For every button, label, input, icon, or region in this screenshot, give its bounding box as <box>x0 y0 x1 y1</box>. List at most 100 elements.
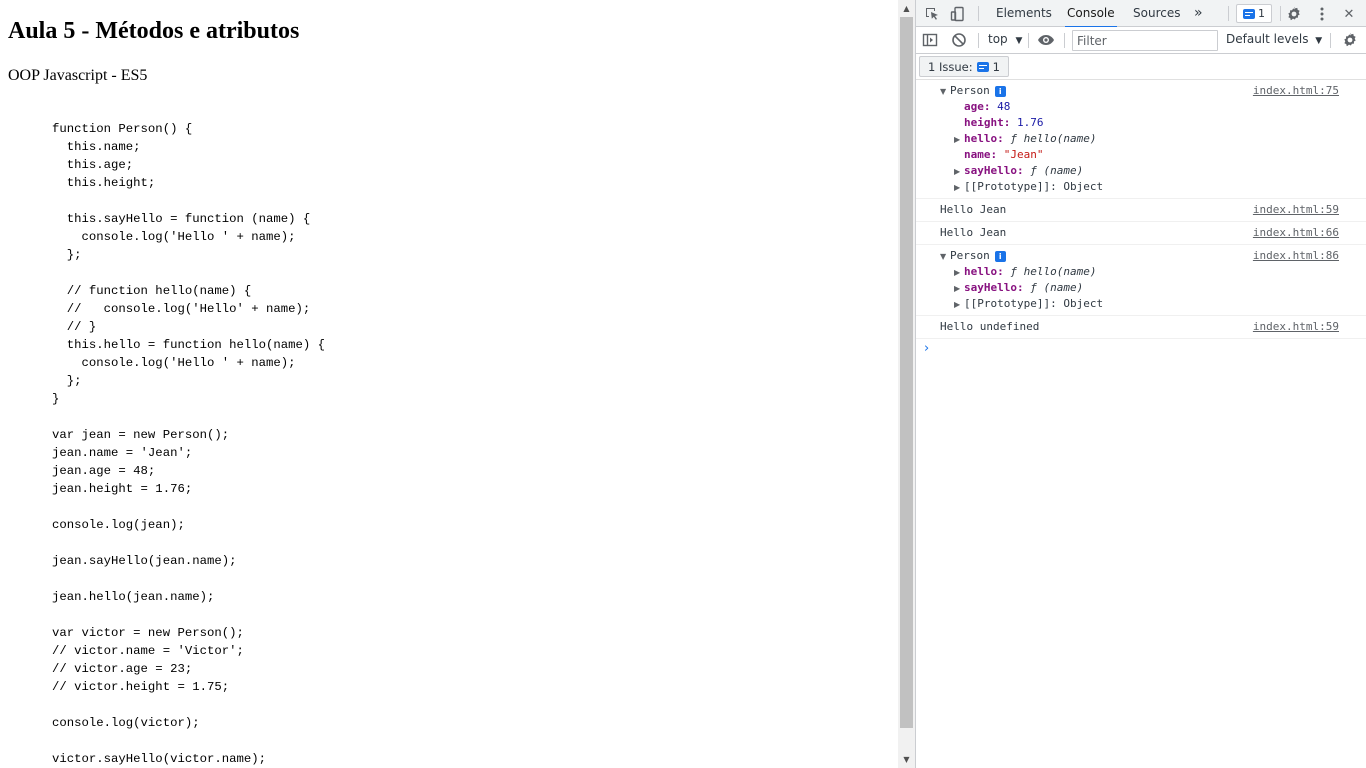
source-link[interactable]: index.html:86 <box>1253 248 1339 264</box>
tab-console[interactable]: Console <box>1065 0 1117 28</box>
message-icon <box>976 61 989 72</box>
code-line: this.sayHello = function (name) { <box>52 212 311 226</box>
inspect-element-icon[interactable] <box>923 5 941 23</box>
code-line: this.hello = function hello(name) { <box>52 338 326 352</box>
property-value: Object <box>1063 297 1104 310</box>
property-key: height <box>964 116 1004 129</box>
object-property: name: "Jean" <box>964 148 1044 161</box>
code-line: jean.height = 1.76; <box>52 482 193 496</box>
toolbar-divider <box>1028 33 1029 48</box>
collapsed-triangle-icon[interactable]: ▶ <box>954 265 964 281</box>
console-prompt[interactable]: › <box>916 339 1366 359</box>
code-line: }; <box>52 248 82 262</box>
show-sidebar-icon[interactable] <box>921 31 939 49</box>
scroll-up-arrow-icon[interactable]: ▲ <box>898 0 915 17</box>
console-message: ▼ Person i ▶ hello: ƒ hello(name) ▶ sayHello… <box>916 245 1366 316</box>
collapsed-triangle-icon[interactable]: ▶ <box>954 164 964 180</box>
code-block: function Person() { this.name; this.age;… <box>52 120 325 768</box>
expanded-triangle-icon[interactable]: ▼ <box>940 249 950 265</box>
property-key: hello <box>964 265 998 278</box>
property-value: Object <box>1063 180 1104 193</box>
code-line: // console.log('Hello' + name); <box>52 302 311 316</box>
code-line: var jean = new Person(); <box>52 428 230 442</box>
collapsed-triangle-icon[interactable]: ▶ <box>954 297 964 313</box>
page-content: Aula 5 - Métodos e atributos OOP Javascr… <box>0 0 898 768</box>
code-line: this.height; <box>52 176 156 190</box>
clear-console-icon[interactable] <box>950 31 968 49</box>
object-property: height: 1.76 <box>964 116 1044 129</box>
property-value: ƒ hello(name) <box>1010 265 1097 278</box>
toolbar-divider <box>1330 33 1331 48</box>
code-line: jean.age = 48; <box>52 464 156 478</box>
console-message: ▼ Person i age: 48 height: 1.76 ▶ hello: ƒ … <box>916 80 1366 199</box>
object-property[interactable]: ▶ sayHello: ƒ (name) <box>940 163 1366 179</box>
object-property[interactable]: ▶ hello: ƒ hello(name) <box>940 264 1366 280</box>
code-line: console.log('Hello ' + name); <box>52 230 296 244</box>
issues-button[interactable]: 1 Issue: 1 <box>919 56 1009 77</box>
property-key: sayHello <box>964 281 1017 294</box>
info-icon[interactable]: i <box>994 251 1006 262</box>
message-icon <box>1243 8 1255 19</box>
code-line: jean.hello(jean.name); <box>52 590 215 604</box>
log-levels-select[interactable]: Default levels ▼ <box>1226 32 1322 46</box>
source-link[interactable]: index.html:59 <box>1253 319 1339 335</box>
more-options-icon[interactable] <box>1313 5 1331 23</box>
object-property[interactable]: ▶ [[Prototype]]: Object <box>940 296 1366 312</box>
scrollbar-thumb[interactable] <box>900 17 913 728</box>
property-key: name <box>964 148 991 161</box>
source-link[interactable]: index.html:66 <box>1253 225 1339 241</box>
code-line: console.log(jean); <box>52 518 185 532</box>
context-value: top <box>988 32 1008 46</box>
code-line: // victor.age = 23; <box>52 662 193 676</box>
property-value: ƒ hello(name) <box>1010 132 1097 145</box>
settings-gear-icon[interactable] <box>1285 5 1303 23</box>
collapsed-triangle-icon[interactable]: ▶ <box>954 180 964 196</box>
prompt-chevron-icon: › <box>924 341 930 356</box>
object-property[interactable]: ▶ hello: ƒ hello(name) <box>940 131 1366 147</box>
scroll-down-arrow-icon[interactable]: ▼ <box>898 751 915 768</box>
dropdown-arrow-icon: ▼ <box>1015 36 1023 46</box>
console-settings-gear-icon[interactable] <box>1341 31 1359 49</box>
code-line: // victor.name = 'Victor'; <box>52 644 244 658</box>
page-subtitle: OOP Javascript - ES5 <box>8 67 148 84</box>
device-toolbar-icon[interactable] <box>949 5 967 23</box>
code-line: jean.name = 'Jean'; <box>52 446 193 460</box>
more-tabs-icon[interactable]: » <box>1194 0 1203 27</box>
collapsed-triangle-icon[interactable]: ▶ <box>954 132 964 148</box>
log-levels-value: Default levels <box>1226 32 1309 46</box>
live-expression-eye-icon[interactable] <box>1037 31 1055 49</box>
code-line: this.name; <box>52 140 141 154</box>
console-message: Hello Jean index.html:66 <box>916 222 1366 245</box>
object-property[interactable]: ▶ sayHello: ƒ (name) <box>940 280 1366 296</box>
code-line: console.log(victor); <box>52 716 200 730</box>
dropdown-arrow-icon: ▼ <box>1315 36 1323 46</box>
object-property: age: 48 <box>964 100 1011 113</box>
console-message: Hello Jean index.html:59 <box>916 199 1366 222</box>
page-scrollbar[interactable]: ▲ ▼ <box>898 0 915 768</box>
source-link[interactable]: index.html:59 <box>1253 202 1339 218</box>
property-value: 48 <box>997 100 1011 113</box>
code-line: victor.sayHello(victor.name); <box>52 752 267 766</box>
issues-badge-count: 1 <box>1258 7 1265 20</box>
context-select[interactable]: top ▼ <box>988 32 1022 46</box>
filter-input[interactable] <box>1072 30 1218 51</box>
tabbar-divider <box>1228 6 1229 21</box>
code-line: } <box>52 392 60 406</box>
source-link[interactable]: index.html:75 <box>1253 83 1339 99</box>
info-icon[interactable]: i <box>994 86 1006 97</box>
toolbar-divider <box>978 33 979 48</box>
tab-elements[interactable]: Elements <box>996 0 1052 27</box>
tab-sources[interactable]: Sources <box>1133 0 1180 27</box>
issues-label: 1 Issue: <box>928 59 973 74</box>
close-devtools-icon[interactable]: ✕ <box>1340 5 1358 23</box>
property-key: age <box>964 100 984 113</box>
issues-badge[interactable]: 1 <box>1236 4 1272 23</box>
code-line: this.age; <box>52 158 134 172</box>
expanded-triangle-icon[interactable]: ▼ <box>940 84 950 100</box>
collapsed-triangle-icon[interactable]: ▶ <box>954 281 964 297</box>
code-line: function Person() { <box>52 122 193 136</box>
object-property[interactable]: ▶ [[Prototype]]: Object <box>940 179 1366 195</box>
tabbar-divider <box>1280 6 1281 21</box>
